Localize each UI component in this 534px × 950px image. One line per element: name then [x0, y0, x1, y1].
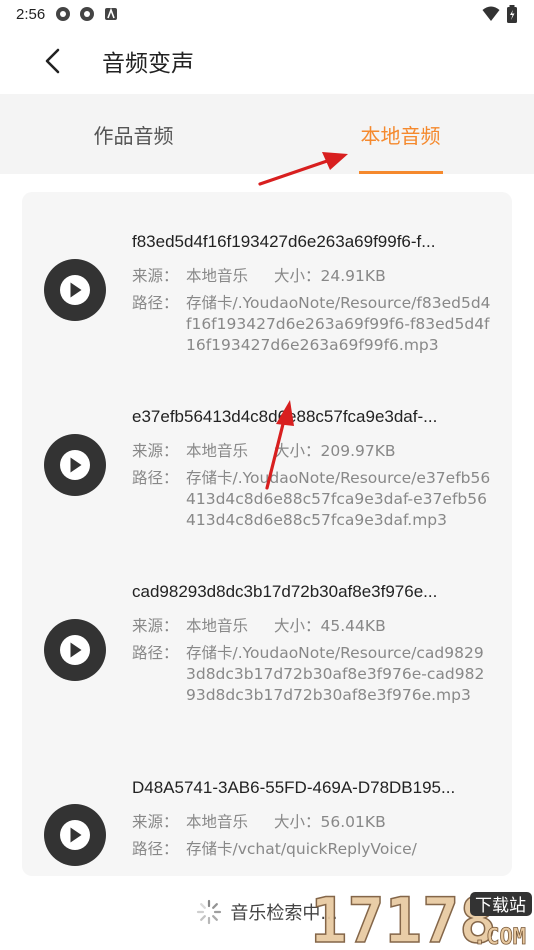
item-meta: 来源： 本地音乐 大小： 24.91KB [132, 266, 502, 287]
item-path: 路径： 存储卡/.YoudaoNote/Resource/e37efb56413… [132, 468, 502, 531]
item-title: f83ed5d4f16f193427d6e263a69f99f6-f... [132, 232, 436, 251]
path-label: 路径： [132, 840, 179, 858]
source-value: 本地音乐 [186, 442, 249, 460]
item-info: cad98293d8dc3b17d72b30af8e3f976e... 来源： … [132, 580, 502, 706]
item-meta: 来源： 本地音乐 大小： 45.44KB [132, 616, 502, 637]
source-label: 来源： [132, 813, 179, 831]
audio-list: f83ed5d4f16f193427d6e263a69f99f6-f... 来源… [22, 192, 512, 876]
tab-label: 本地音频 [360, 123, 441, 148]
path-value: 存储卡/vchat/quickReplyVoice/ [186, 840, 417, 858]
item-info: e37efb56413d4c8d6e88c57fca9e3daf-... 来源：… [132, 405, 502, 531]
status-bar: 2:56 [0, 0, 534, 28]
size-value: 56.01KB [320, 813, 386, 831]
source-label: 来源： [132, 267, 179, 285]
source-value: 本地音乐 [186, 267, 249, 285]
wifi-icon [482, 6, 500, 21]
back-arrow-icon [45, 48, 60, 74]
tab-active-indicator [358, 171, 443, 174]
app-icon [105, 7, 118, 20]
path-value: 存储卡/.YoudaoNote/Resource/cad98293d8dc3b1… [186, 644, 485, 704]
play-icon[interactable] [44, 804, 106, 866]
tab-bar: 作品音频 本地音频 [0, 94, 534, 174]
svg-text:下载站: 下载站 [475, 896, 526, 916]
tab-label: 作品音频 [93, 123, 174, 148]
tab-local-audio[interactable]: 本地音频 [267, 94, 534, 174]
notification-icon [80, 7, 95, 21]
tab-works-audio[interactable]: 作品音频 [0, 94, 267, 174]
size-label: 大小： [274, 267, 321, 285]
item-info: D48A5741-3AB6-55FD-469A-D78DB195... 来源： … [132, 776, 502, 860]
size-value: 45.44KB [320, 617, 386, 635]
size-label: 大小： [274, 617, 321, 635]
item-title: D48A5741-3AB6-55FD-469A-D78DB195... [132, 778, 456, 797]
item-title: cad98293d8dc3b17d72b30af8e3f976e... [132, 582, 438, 601]
path-label: 路径： [132, 644, 179, 662]
back-button[interactable] [32, 41, 72, 81]
play-icon[interactable] [44, 434, 106, 496]
page-title: 音频变声 [102, 51, 194, 77]
path-value: 存储卡/.YoudaoNote/Resource/e37efb56413d4c8… [186, 469, 491, 529]
play-icon[interactable] [44, 259, 106, 321]
app-bar: 音频变声 [0, 30, 534, 92]
item-meta: 来源： 本地音乐 大小： 56.01KB [132, 812, 502, 833]
item-path: 路径： 存储卡/vchat/quickReplyVoice/ [132, 839, 502, 860]
item-info: f83ed5d4f16f193427d6e263a69f99f6-f... 来源… [132, 230, 502, 356]
svg-text:17178: 17178 [310, 884, 497, 950]
svg-text:.COM: .COM [473, 925, 526, 950]
item-meta: 来源： 本地音乐 大小： 209.97KB [132, 441, 502, 462]
play-icon[interactable] [44, 619, 106, 681]
source-value: 本地音乐 [186, 617, 249, 635]
site-watermark-logo: 17178 下载站 .COM [310, 884, 532, 950]
size-label: 大小： [274, 442, 321, 460]
path-label: 路径： [132, 469, 179, 487]
list-item[interactable]: f83ed5d4f16f193427d6e263a69f99f6-f... 来源… [22, 230, 512, 370]
source-label: 来源： [132, 442, 179, 460]
size-value: 24.91KB [320, 267, 386, 285]
item-path: 路径： 存储卡/.YoudaoNote/Resource/f83ed5d4f16… [132, 293, 502, 356]
status-time: 2:56 [16, 5, 46, 23]
path-label: 路径： [132, 294, 179, 312]
spinner-icon [197, 899, 222, 925]
size-label: 大小： [274, 813, 321, 831]
battery-icon [507, 5, 517, 23]
list-item[interactable]: D48A5741-3AB6-55FD-469A-D78DB195... 来源： … [22, 776, 512, 876]
item-path: 路径： 存储卡/.YoudaoNote/Resource/cad98293d8d… [132, 643, 502, 706]
item-title: e37efb56413d4c8d6e88c57fca9e3daf-... [132, 407, 438, 426]
size-value: 209.97KB [320, 442, 396, 460]
path-value: 存储卡/.YoudaoNote/Resource/f83ed5d4f16f193… [186, 294, 491, 354]
list-item[interactable]: e37efb56413d4c8d6e88c57fca9e3daf-... 来源：… [22, 405, 512, 545]
list-item[interactable]: cad98293d8dc3b17d72b30af8e3f976e... 来源： … [22, 580, 512, 730]
notification-icon [56, 7, 71, 21]
source-value: 本地音乐 [186, 813, 249, 831]
source-label: 来源： [132, 617, 179, 635]
